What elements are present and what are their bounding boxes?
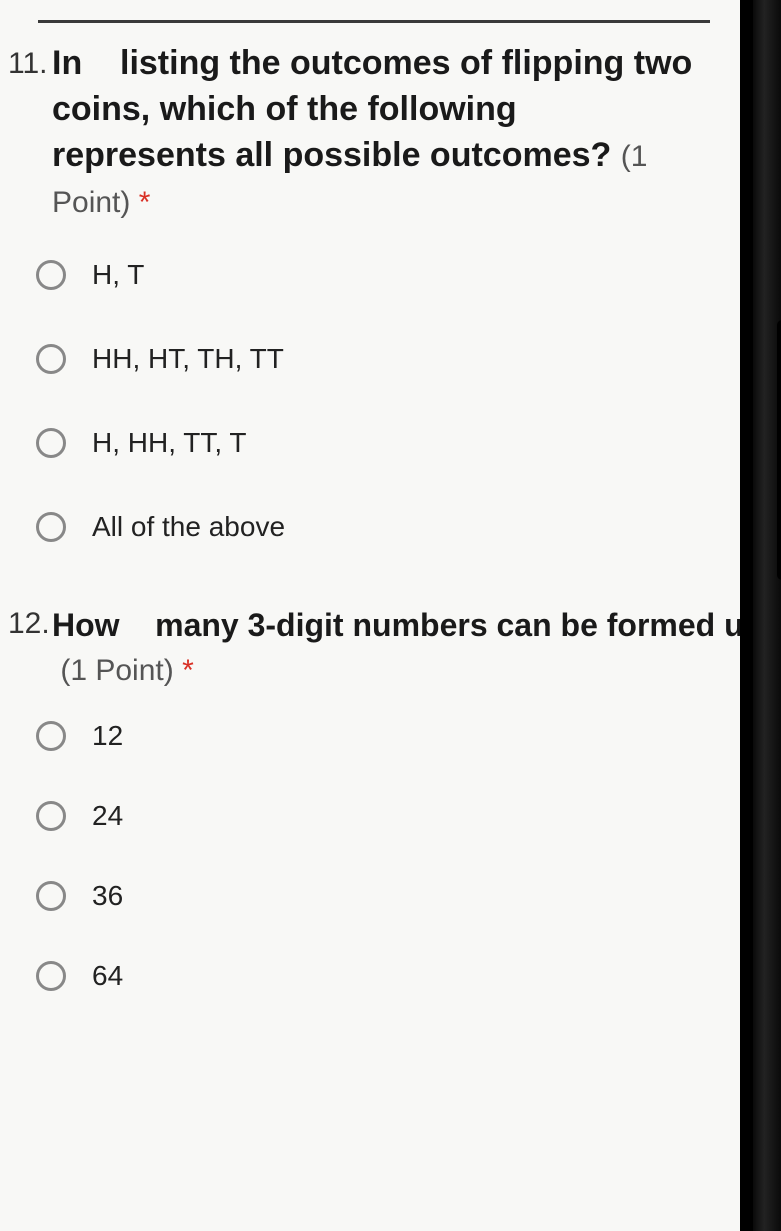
phone-frame: 11. In listing the outcomes of flipping … (0, 0, 781, 1231)
question-text: How many 3-digit numbers can be formed u… (52, 603, 740, 693)
required-star: * (182, 654, 194, 687)
options-group-11: H, T HH, HT, TH, TT H, HH, TT, T All of … (8, 259, 720, 543)
required-star: * (139, 186, 151, 219)
option-label: HH, HT, TH, TT (92, 343, 284, 375)
question-12: 12. How many 3-digit numbers can be form… (8, 603, 720, 993)
question-number: 12. (8, 603, 52, 641)
option-11-4[interactable]: All of the above (36, 511, 720, 543)
option-12-3[interactable]: 36 (36, 880, 720, 912)
question-number: 11. (8, 41, 52, 81)
option-label: 12 (92, 720, 123, 752)
radio-icon (36, 881, 66, 911)
option-label: 36 (92, 880, 123, 912)
form-screen: 11. In listing the outcomes of flipping … (0, 0, 740, 1231)
option-label: All of the above (92, 511, 285, 543)
phone-bezel (753, 0, 781, 1231)
radio-icon (36, 260, 66, 290)
options-group-12: 12 24 36 64 (8, 720, 720, 992)
phone-side-button (777, 320, 781, 580)
option-11-2[interactable]: HH, HT, TH, TT (36, 343, 720, 375)
option-12-4[interactable]: 64 (36, 960, 720, 992)
option-label: 64 (92, 960, 123, 992)
radio-icon (36, 512, 66, 542)
radio-icon (36, 961, 66, 991)
points-label: (1 Point) * (52, 654, 194, 687)
option-11-3[interactable]: H, HH, TT, T (36, 427, 720, 459)
radio-icon (36, 721, 66, 751)
option-12-1[interactable]: 12 (36, 720, 720, 752)
option-11-1[interactable]: H, T (36, 259, 720, 291)
radio-icon (36, 801, 66, 831)
radio-icon (36, 428, 66, 458)
option-label: 24 (92, 800, 123, 832)
question-11: 11. In listing the outcomes of flipping … (8, 41, 720, 543)
divider-line (38, 20, 710, 23)
option-12-2[interactable]: 24 (36, 800, 720, 832)
option-label: H, HH, TT, T (92, 427, 247, 459)
option-label: H, T (92, 259, 144, 291)
radio-icon (36, 344, 66, 374)
question-text: In listing the outcomes of flipping two … (52, 41, 720, 225)
